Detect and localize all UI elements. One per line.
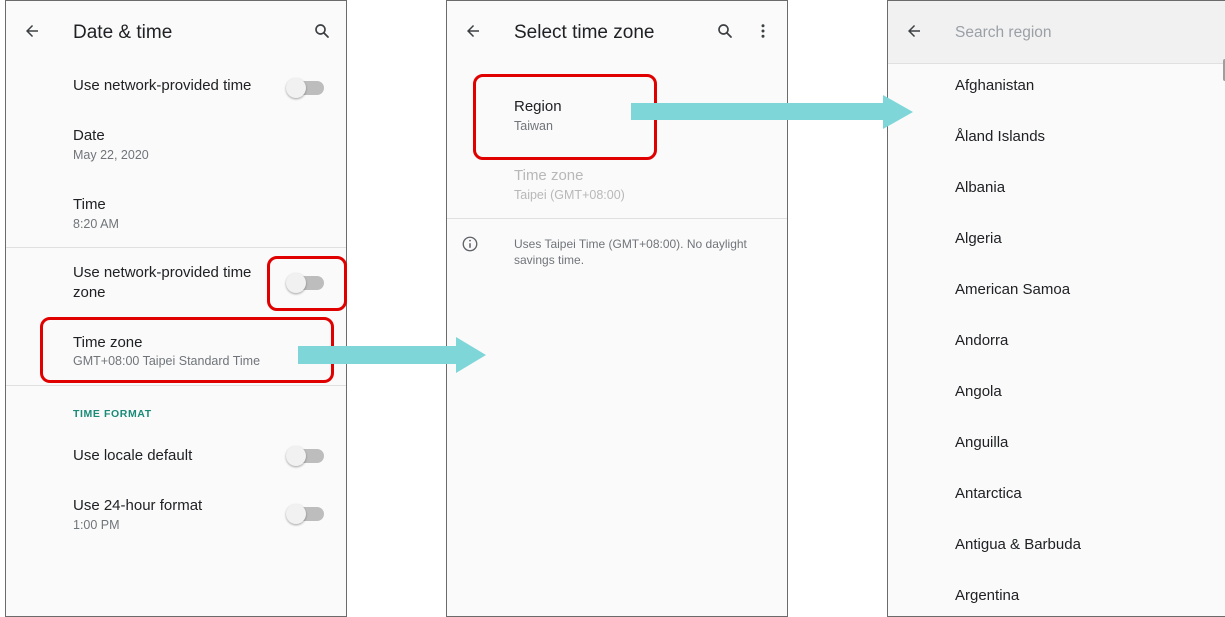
search-icon[interactable] (310, 19, 334, 43)
region-list-item[interactable]: Antarctica (888, 475, 1225, 521)
page-title: Date & time (73, 22, 173, 43)
24-hour-switch[interactable] (286, 504, 324, 524)
item-title: Use locale default (73, 447, 193, 464)
highlight-timezone-toggle (267, 256, 347, 311)
region-list-item[interactable]: Argentina (888, 577, 1225, 616)
app-bar: Date & time (6, 1, 346, 61)
region-list-item[interactable]: Algeria (888, 220, 1225, 266)
locale-default-switch[interactable] (286, 446, 324, 466)
search-icon[interactable] (713, 19, 737, 43)
region-name: Algeria (955, 230, 1002, 247)
search-input[interactable]: Search region (955, 24, 1052, 42)
divider (6, 385, 346, 386)
highlight-region-item (473, 74, 657, 160)
info-text-line2: savings time. (514, 253, 585, 267)
region-list-item[interactable]: Albania (888, 169, 1225, 215)
region-name: American Samoa (955, 281, 1071, 298)
24-hour-format-item[interactable]: Use 24-hour format 1:00 PM (6, 487, 346, 543)
item-title: Time zone (514, 167, 584, 184)
date-item[interactable]: Date May 22, 2020 (6, 119, 346, 173)
region-name: Albania (955, 179, 1006, 196)
back-arrow-icon[interactable] (902, 19, 926, 43)
region-list-item[interactable]: Åland Islands (888, 118, 1225, 164)
region-list-item[interactable]: Angola (888, 373, 1225, 419)
item-title: Time (73, 196, 106, 213)
item-subtitle: 8:20 AM (73, 217, 119, 231)
item-title: Use network-provided time (73, 264, 252, 281)
item-subtitle: 1:00 PM (73, 518, 120, 532)
info-icon (461, 235, 479, 258)
region-name: Antigua & Barbuda (955, 536, 1081, 553)
locale-default-item[interactable]: Use locale default (6, 433, 346, 477)
info-text-line1: Uses Taipei Time (GMT+08:00). No dayligh… (514, 237, 747, 251)
region-name: Argentina (955, 587, 1020, 604)
back-arrow-icon[interactable] (20, 19, 44, 43)
more-vert-icon[interactable] (751, 19, 775, 43)
region-name: Afghanistan (955, 77, 1035, 94)
network-time-item[interactable]: Use network-provided time (6, 63, 346, 107)
time-zone-item: Time zone Taipei (GMT+08:00) (447, 159, 787, 209)
search-region-screen: Search region Afghanistan Åland Islands Al… (887, 0, 1225, 617)
divider (6, 247, 346, 248)
page-title: Select time zone (514, 22, 655, 43)
item-title: Date (73, 127, 105, 144)
time-item[interactable]: Time 8:20 AM (6, 185, 346, 239)
info-footer: Uses Taipei Time (GMT+08:00). No dayligh… (447, 229, 787, 273)
region-list-item[interactable]: American Samoa (888, 271, 1225, 317)
region-list-item[interactable]: Andorra (888, 322, 1225, 368)
item-title: Use network-provided time (73, 77, 252, 94)
item-subtitle: Taipei (GMT+08:00) (514, 188, 625, 202)
section-header: TIME FORMAT (73, 408, 152, 420)
network-time-switch[interactable] (286, 78, 324, 98)
region-name: Åland Islands (955, 128, 1046, 145)
region-name: Anguilla (955, 434, 1009, 451)
search-bar: Search region (888, 1, 1225, 64)
region-name: Antarctica (955, 485, 1022, 502)
region-name: Angola (955, 383, 1002, 400)
item-title-line2: zone (73, 284, 106, 301)
item-subtitle: May 22, 2020 (73, 148, 149, 162)
back-arrow-icon[interactable] (461, 19, 485, 43)
region-list-item[interactable]: Antigua & Barbuda (888, 526, 1225, 572)
arrow-to-search-region (631, 95, 913, 129)
region-list-item[interactable]: Afghanistan (888, 67, 1225, 113)
item-title: Use 24-hour format (73, 497, 203, 514)
app-bar: Select time zone (447, 1, 787, 61)
divider (447, 218, 787, 219)
arrow-to-select-time-zone (298, 337, 486, 373)
region-name: Andorra (955, 332, 1009, 349)
highlight-time-zone-item (40, 317, 334, 383)
region-list-item[interactable]: Anguilla (888, 424, 1225, 470)
